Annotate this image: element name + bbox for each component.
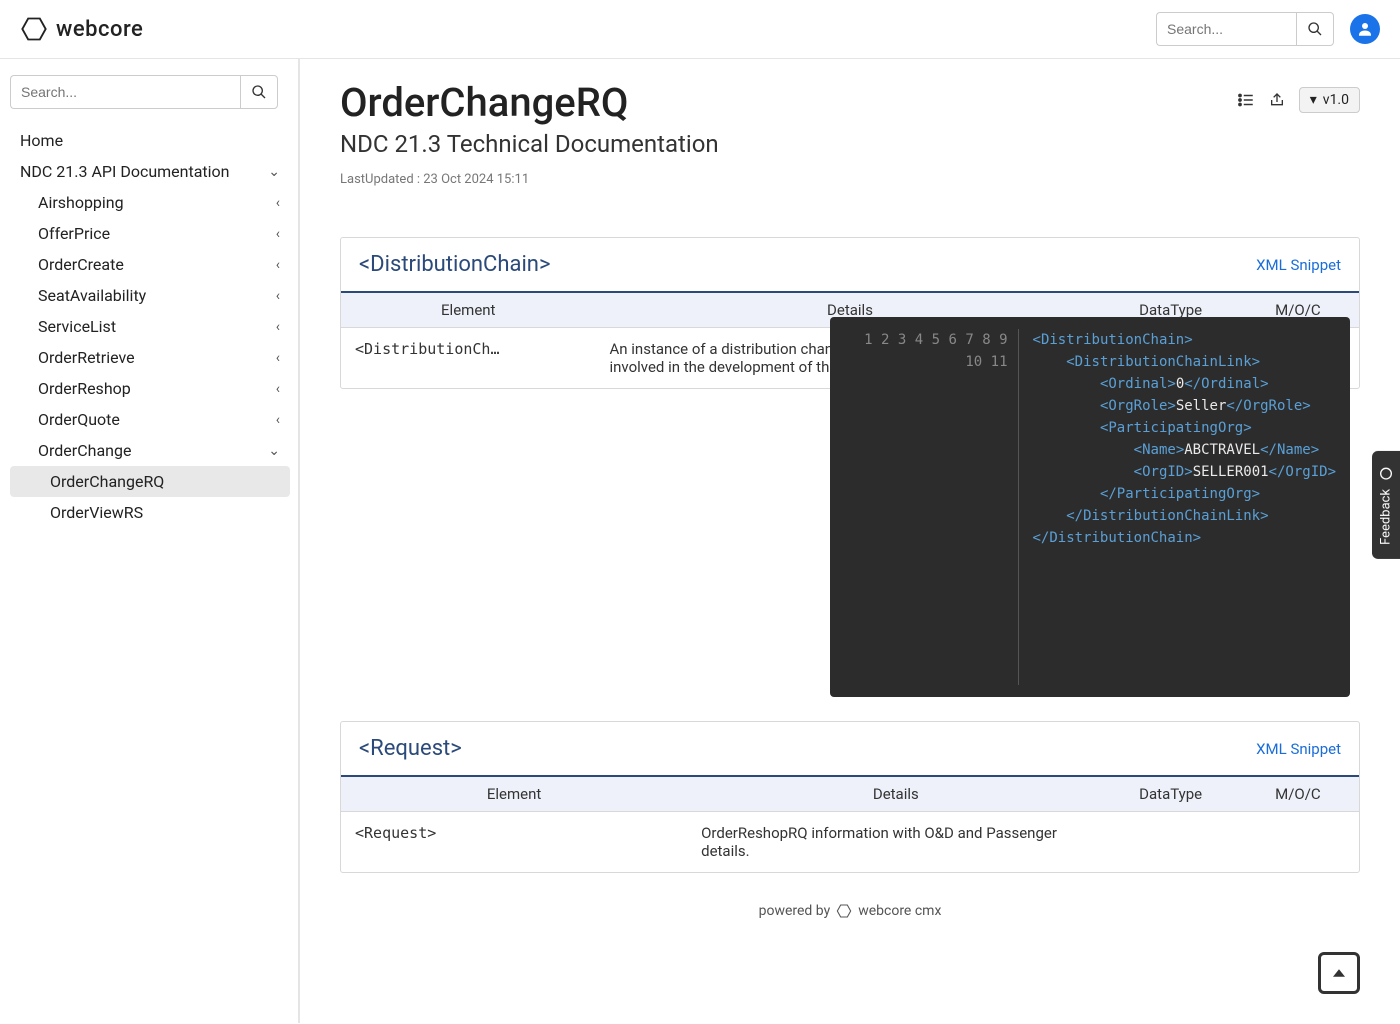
xml-snippet-link[interactable]: XML Snippet (1256, 740, 1341, 758)
th-datatype: DataType (1104, 777, 1236, 812)
nav-label: NDC 21.3 API Documentation (20, 162, 230, 181)
nav-airshopping[interactable]: Airshopping ‹ (10, 187, 290, 218)
feedback-tab[interactable]: Feedback (1372, 451, 1400, 559)
nav-root[interactable]: NDC 21.3 API Documentation ⌄ (10, 156, 290, 187)
nav-orderchangerq[interactable]: OrderChangeRQ (10, 466, 290, 497)
top-search-input[interactable] (1156, 12, 1296, 46)
main: OrderChangeRQ NDC 21.3 Technical Documen… (300, 59, 1400, 1023)
brand: webcore (20, 15, 143, 43)
code-content[interactable]: <DistributionChain> <DistributionChainLi… (1019, 329, 1351, 685)
nav-orderretrieve[interactable]: OrderRetrieve ‹ (10, 342, 290, 373)
nav-label: Home (20, 131, 63, 150)
nav-label: OrderChange (38, 441, 131, 460)
scroll-top-button[interactable] (1318, 952, 1360, 994)
nav-label: OrderQuote (38, 410, 120, 429)
nav: Home NDC 21.3 API Documentation ⌄ Airsho… (10, 125, 290, 528)
top-search (1156, 12, 1334, 46)
topbar-right (1156, 12, 1380, 46)
side-search-button[interactable] (240, 75, 278, 109)
nav-label: OrderRetrieve (38, 348, 135, 367)
code-gutter: 1 2 3 4 5 6 7 8 9 10 11 (830, 329, 1019, 685)
side-search-input[interactable] (10, 75, 240, 109)
chevron-left-icon: ‹ (276, 226, 280, 242)
chevron-left-icon: ‹ (276, 381, 280, 397)
footer-prefix: powered by (759, 903, 831, 919)
toc-button[interactable] (1237, 91, 1255, 109)
caret-down-icon: ▾ (1310, 92, 1317, 108)
arrow-up-icon (1330, 964, 1348, 982)
hexagon-logo-icon (20, 15, 48, 43)
nav-label: OrderViewRS (50, 503, 143, 522)
th-details: Details (687, 777, 1104, 812)
page-meta: LastUpdated : 23 Oct 2024 15:11 (340, 172, 719, 187)
section-request: <Request> XML Snippet Element Details Da… (340, 721, 1360, 873)
nav-orderreshop[interactable]: OrderReshop ‹ (10, 373, 290, 404)
table-row: <Request> OrderReshopRQ information with… (341, 812, 1359, 873)
footer: powered by webcore cmx (340, 903, 1360, 919)
search-icon (1307, 21, 1323, 37)
nav-label: ServiceList (38, 317, 116, 336)
cell-element: <Request> (341, 812, 687, 873)
chevron-left-icon: ‹ (276, 195, 280, 211)
nav-label: OrderReshop (38, 379, 131, 398)
list-icon (1237, 91, 1255, 109)
code-block: 1 2 3 4 5 6 7 8 9 10 11 <DistributionCha… (830, 317, 1350, 697)
cell-moc (1237, 812, 1359, 873)
page-header: OrderChangeRQ NDC 21.3 Technical Documen… (340, 79, 1360, 187)
top-search-button[interactable] (1296, 12, 1334, 46)
side-search (10, 75, 290, 109)
th-element: Element (341, 777, 687, 812)
section-title: <DistributionChain> (359, 252, 550, 277)
section-head: <DistributionChain> XML Snippet (341, 238, 1359, 293)
chat-icon (1378, 465, 1394, 481)
sidebar: Home NDC 21.3 API Documentation ⌄ Airsho… (0, 59, 300, 1023)
th-element: Element (341, 293, 596, 328)
nav-ordercreate[interactable]: OrderCreate ‹ (10, 249, 290, 280)
share-button[interactable] (1269, 92, 1285, 108)
header-tools: ▾ v1.0 (1237, 87, 1360, 113)
nav-offerprice[interactable]: OfferPrice ‹ (10, 218, 290, 249)
share-icon (1269, 92, 1285, 108)
cell-element: <DistributionCh… (341, 328, 596, 389)
cell-datatype (1104, 812, 1236, 873)
chevron-left-icon: ‹ (276, 319, 280, 335)
chevron-left-icon: ‹ (276, 288, 280, 304)
xml-snippet-link[interactable]: XML Snippet (1256, 256, 1341, 274)
nav-servicelist[interactable]: ServiceList ‹ (10, 311, 290, 342)
nav-label: OrderChangeRQ (50, 472, 164, 491)
user-avatar[interactable] (1350, 14, 1380, 44)
page-title: OrderChangeRQ (340, 79, 719, 126)
chevron-down-icon: ⌄ (268, 443, 280, 459)
brand-name: webcore (56, 17, 143, 42)
footer-name: webcore cmx (858, 903, 941, 919)
chevron-down-icon: ⌄ (268, 164, 280, 180)
chevron-left-icon: ‹ (276, 412, 280, 428)
section-title: <Request> (359, 736, 462, 761)
th-moc: M/O/C (1237, 777, 1359, 812)
nav-label: OfferPrice (38, 224, 110, 243)
nav-seatavailability[interactable]: SeatAvailability ‹ (10, 280, 290, 311)
nav-label: Airshopping (38, 193, 124, 212)
page-subtitle: NDC 21.3 Technical Documentation (340, 130, 719, 158)
nav-label: SeatAvailability (38, 286, 146, 305)
chevron-left-icon: ‹ (276, 350, 280, 366)
chevron-left-icon: ‹ (276, 257, 280, 273)
nav-orderquote[interactable]: OrderQuote ‹ (10, 404, 290, 435)
nav-label: OrderCreate (38, 255, 124, 274)
doc-table: Element Details DataType M/O/C <Request>… (341, 777, 1359, 872)
nav-orderchange[interactable]: OrderChange ⌄ (10, 435, 290, 466)
section-head: <Request> XML Snippet (341, 722, 1359, 777)
topbar: webcore (0, 0, 1400, 59)
hexagon-logo-icon (836, 903, 852, 919)
cell-details: OrderReshopRQ information with O&D and P… (687, 812, 1104, 873)
feedback-label: Feedback (1379, 489, 1394, 545)
user-icon (1356, 20, 1374, 38)
nav-orderviewrs[interactable]: OrderViewRS (10, 497, 290, 528)
version-label: v1.0 (1323, 92, 1349, 108)
search-icon (251, 84, 267, 100)
version-select[interactable]: ▾ v1.0 (1299, 87, 1360, 113)
nav-home[interactable]: Home (10, 125, 290, 156)
